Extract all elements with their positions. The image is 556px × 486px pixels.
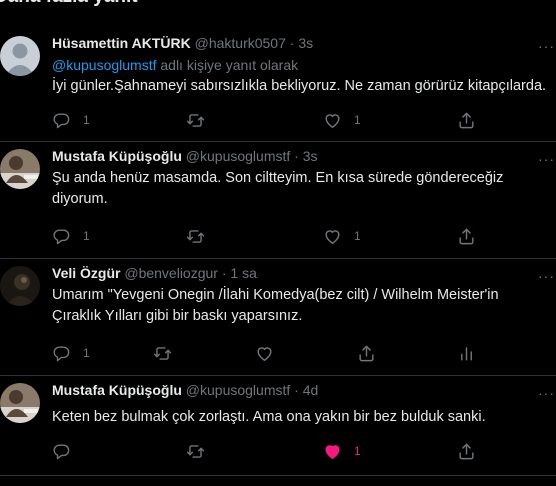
share-button[interactable] (457, 108, 476, 132)
mention-link[interactable]: @kupusoglumstf (52, 57, 156, 73)
separator-dot: · (294, 148, 299, 164)
share-icon (459, 112, 474, 128)
retweet-button[interactable] (186, 224, 217, 248)
tweet[interactable]: Mustafa Küpüşoğlu @kupusoglumstf · 4d ··… (0, 376, 556, 476)
heart-icon (325, 113, 340, 128)
timestamp[interactable]: 1 sa (230, 265, 256, 281)
replying-to: @kupusoglumstf adlı kişiye yanıt olarak (52, 57, 298, 73)
reply-button[interactable] (52, 439, 83, 463)
separator-dot: · (294, 382, 299, 398)
heart-icon (257, 346, 272, 361)
tweet-actions: 1 1 (52, 224, 552, 248)
heart-icon (325, 229, 340, 244)
tweet-actions: 1 1 (52, 108, 552, 132)
author-name[interactable]: Veli Özgür (52, 265, 120, 281)
tweet[interactable]: Veli Özgür @benveliozgur · 1 sa ··· Umar… (0, 259, 556, 376)
reply-count: 1 (83, 113, 90, 127)
reply-icon (53, 228, 70, 244)
tweet-header: Hüsamettin AKTÜRK @hakturk0507 · 3s (52, 35, 313, 51)
author-handle[interactable]: @hakturk0507 (195, 35, 286, 51)
tweet-text-line: Umarım "Yevgeni Onegin /İlahi Komedya(be… (52, 287, 499, 303)
tweet-text: Keten bez bulmak çok zorlaştı. Ama ona y… (52, 407, 552, 428)
tweet-header: Mustafa Küpüşoğlu @kupusoglumstf · 4d (52, 382, 318, 398)
tweet-text-line: Çıraklık Yılları gibi bir baskı yaparsın… (52, 308, 303, 324)
timestamp[interactable]: 3s (298, 35, 313, 51)
reply-button[interactable]: 1 (52, 108, 90, 132)
retweet-button[interactable] (186, 108, 217, 132)
reply-count: 1 (83, 346, 90, 360)
share-icon (359, 345, 374, 361)
tweet-text-content: İyi günler.Şahnameyi sabırsızlıkla bekli… (52, 78, 547, 94)
tweet-text: Şu anda henüz masamda. Son ciltteyim. En… (52, 168, 552, 210)
author-name[interactable]: Mustafa Küpüşoğlu (52, 148, 182, 164)
timestamp[interactable]: 3s (303, 148, 318, 164)
tweet[interactable]: Mustafa Küpüşoğlu @kupusoglumstf · 3s ··… (0, 142, 556, 259)
reply-icon (53, 112, 70, 128)
avatar[interactable] (0, 149, 40, 189)
author-handle[interactable]: @kupusoglumstf (186, 148, 290, 164)
avatar[interactable] (0, 36, 40, 76)
like-count: 1 (354, 229, 361, 243)
share-button[interactable] (457, 439, 476, 463)
heart-icon (325, 444, 340, 459)
share-icon (459, 443, 474, 459)
share-icon (459, 228, 474, 244)
tweet-actions: 1 (52, 439, 552, 463)
share-button[interactable] (357, 341, 376, 365)
reply-icon (53, 443, 70, 459)
separator-dot: · (221, 265, 227, 281)
replying-suffix: adlı kişiye yanıt olarak (156, 57, 299, 73)
retweet-button[interactable] (186, 439, 217, 463)
like-count: 1 (354, 113, 361, 127)
more-icon[interactable]: ··· (538, 268, 555, 284)
like-button[interactable]: 1 (323, 108, 361, 132)
analytics-button[interactable] (457, 341, 476, 365)
tweet-text-line: Şu anda henüz masamda. Son ciltteyim. En… (52, 170, 504, 186)
author-name[interactable]: Mustafa Küpüşoğlu (52, 382, 182, 398)
retweet-icon (153, 346, 172, 360)
retweet-icon (186, 444, 205, 458)
like-count: 1 (354, 444, 361, 458)
retweet-icon (186, 229, 205, 243)
tweet-text-line: diyorum. (52, 191, 108, 207)
more-icon[interactable]: ··· (538, 151, 555, 167)
like-button[interactable]: 1 (323, 224, 361, 248)
more-icon[interactable]: ··· (538, 38, 555, 54)
share-button[interactable] (457, 224, 476, 248)
author-name[interactable]: Hüsamettin AKTÜRK (52, 35, 191, 51)
more-icon[interactable]: ··· (538, 385, 555, 401)
tweet-text: İyi günler.Şahnameyi sabırsızlıkla bekli… (52, 76, 552, 97)
tweet-text-content: Keten bez bulmak çok zorlaştı. Ama ona y… (52, 409, 486, 425)
retweet-button[interactable] (153, 341, 184, 365)
section-header: Daha fazla yanıt (0, 0, 138, 8)
timestamp[interactable]: 4d (303, 382, 319, 398)
like-button[interactable] (255, 341, 286, 365)
reply-button[interactable]: 1 (52, 341, 90, 365)
avatar[interactable] (0, 266, 40, 306)
tweet-header: Mustafa Küpüşoğlu @kupusoglumstf · 3s (52, 148, 318, 164)
tweet-header: Veli Özgür @benveliozgur · 1 sa (52, 265, 257, 281)
avatar[interactable] (0, 383, 40, 423)
like-button[interactable]: 1 (323, 439, 361, 463)
tweet-text: Umarım "Yevgeni Onegin /İlahi Komedya(be… (52, 285, 552, 327)
author-handle[interactable]: @kupusoglumstf (186, 382, 290, 398)
separator-dot: · (289, 35, 295, 51)
reply-icon (53, 345, 70, 361)
reply-button[interactable]: 1 (52, 224, 90, 248)
retweet-icon (186, 113, 205, 127)
reply-count: 1 (83, 229, 90, 243)
tweet[interactable]: Hüsamettin AKTÜRK @hakturk0507 · 3s ··· … (0, 29, 556, 142)
author-handle[interactable]: @benveliozgur (124, 265, 218, 281)
tweet-actions: 1 (52, 341, 552, 365)
analytics-icon (461, 346, 472, 361)
